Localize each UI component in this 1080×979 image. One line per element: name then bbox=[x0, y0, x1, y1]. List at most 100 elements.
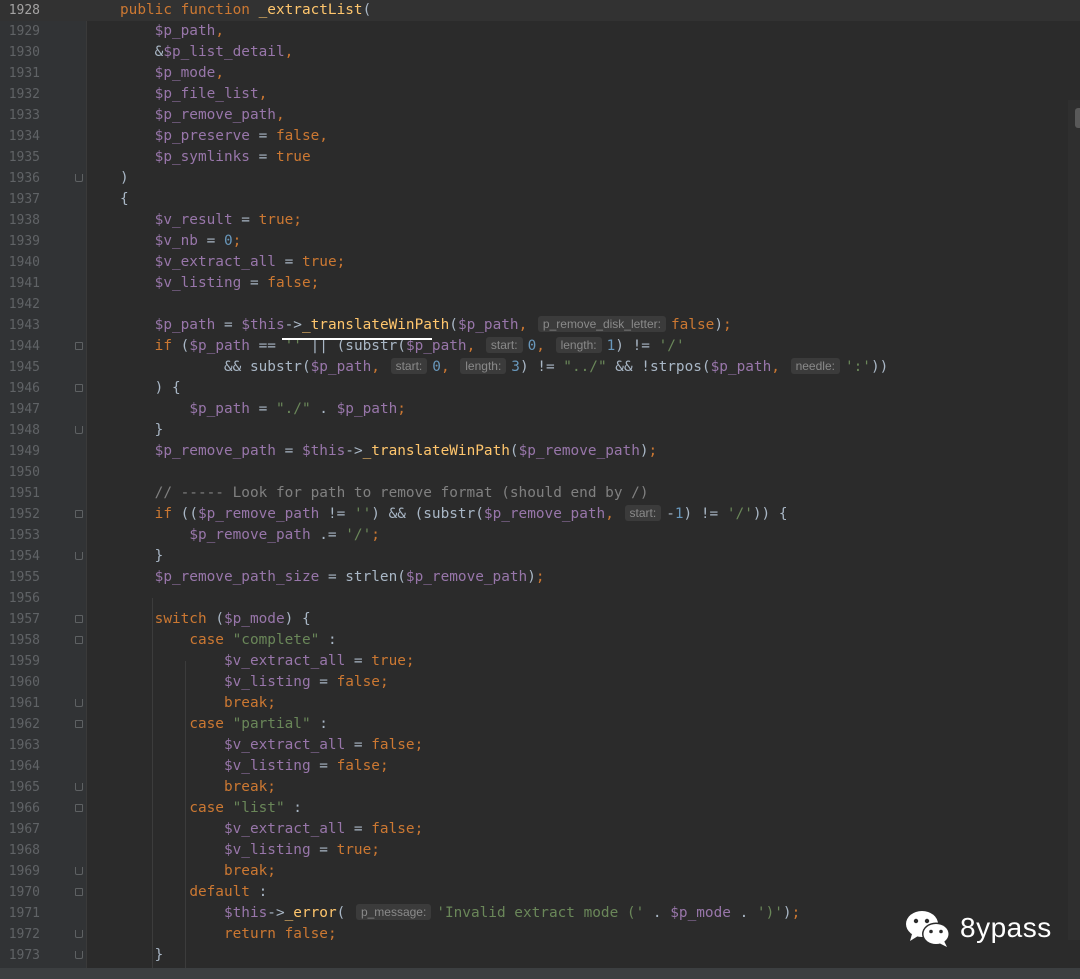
code-token: _error bbox=[284, 905, 337, 921]
code-line[interactable]: 1960 $v_listing = false; bbox=[0, 672, 1080, 693]
fold-marker-icon[interactable] bbox=[75, 699, 83, 707]
code-line[interactable]: 1939 $v_nb = 0; bbox=[0, 231, 1080, 252]
code-line[interactable]: 1967 $v_extract_all = false; bbox=[0, 819, 1080, 840]
fold-marker-icon[interactable] bbox=[75, 930, 83, 938]
code-line[interactable]: 1940 $v_extract_all = true; bbox=[0, 252, 1080, 273]
fold-marker-icon[interactable] bbox=[75, 783, 83, 791]
scrollbar-thumb[interactable] bbox=[1075, 108, 1080, 128]
fold-marker-icon[interactable] bbox=[75, 720, 83, 728]
fold-marker-icon[interactable] bbox=[75, 426, 83, 434]
code-line[interactable]: 1957 switch ($p_mode) { bbox=[0, 609, 1080, 630]
line-number: 1956 bbox=[8, 591, 40, 606]
code-line[interactable]: 1932 $p_file_list, bbox=[0, 84, 1080, 105]
code-line[interactable]: 1969 break; bbox=[0, 861, 1080, 882]
code-line[interactable]: 1966 case "list" : bbox=[0, 798, 1080, 819]
fold-marker-icon[interactable] bbox=[75, 174, 83, 182]
code-token: ( bbox=[449, 317, 458, 333]
code-line[interactable]: 1942 bbox=[0, 294, 1080, 315]
code-text: $v_nb = 0; bbox=[120, 231, 242, 252]
code-line[interactable]: 1930 &$p_list_detail, bbox=[0, 42, 1080, 63]
fold-marker-icon[interactable] bbox=[75, 342, 83, 350]
code-token: $v_extract_all bbox=[223, 653, 346, 669]
code-line[interactable]: 1954 } bbox=[0, 546, 1080, 567]
parameter-hint: needle: bbox=[790, 358, 840, 374]
code-line[interactable]: 1962 case "partial" : bbox=[0, 714, 1080, 735]
line-number: 1951 bbox=[8, 486, 40, 501]
code-token: false bbox=[275, 128, 320, 144]
code-line[interactable]: 1963 $v_extract_all = false; bbox=[0, 735, 1080, 756]
code-line[interactable]: 1936) bbox=[0, 168, 1080, 189]
code-line[interactable]: 1935 $p_symlinks = true bbox=[0, 147, 1080, 168]
code-line[interactable]: 1947 $p_path = "./" . $p_path; bbox=[0, 399, 1080, 420]
code-token: $v_nb bbox=[154, 233, 198, 249]
code-line[interactable]: 1928 public function _extractList( bbox=[0, 0, 1080, 21]
code-line[interactable]: 1968 $v_listing = true; bbox=[0, 840, 1080, 861]
code-token: $v_extract_all bbox=[154, 254, 276, 270]
code-token: true bbox=[275, 149, 311, 165]
code-token: ) != bbox=[519, 359, 564, 375]
code-line[interactable]: 1929 $p_path, bbox=[0, 21, 1080, 42]
fold-marker-icon[interactable] bbox=[75, 636, 83, 644]
code-line[interactable]: 1956 bbox=[0, 588, 1080, 609]
fold-marker-icon[interactable] bbox=[75, 552, 83, 560]
code-line[interactable]: 1951 // ----- Look for path to remove fo… bbox=[0, 483, 1080, 504]
code-token: ) bbox=[527, 569, 536, 585]
code-line[interactable]: 1964 $v_listing = false; bbox=[0, 756, 1080, 777]
code-line[interactable]: 1958 case "complete" : bbox=[0, 630, 1080, 651]
code-line[interactable]: 1953 $p_remove_path .= '/'; bbox=[0, 525, 1080, 546]
vertical-scrollbar-track[interactable] bbox=[1068, 100, 1080, 940]
line-number: 1964 bbox=[8, 759, 40, 774]
code-line[interactable]: 1934 $p_preserve = false, bbox=[0, 126, 1080, 147]
code-line[interactable]: 1955 $p_remove_path_size = strlen($p_rem… bbox=[0, 567, 1080, 588]
code-line[interactable]: 1965 break; bbox=[0, 777, 1080, 798]
code-token: ; bbox=[310, 275, 320, 291]
code-token: $p_path bbox=[310, 359, 372, 375]
fold-marker-icon[interactable] bbox=[75, 804, 83, 812]
code-line[interactable]: 1961 break; bbox=[0, 693, 1080, 714]
code-line[interactable]: 1937 { bbox=[0, 189, 1080, 210]
code-token: ; bbox=[397, 401, 406, 417]
line-number: 1945 bbox=[8, 360, 40, 375]
code-text: $this->_error( p_message: 'Invalid extrac… bbox=[120, 903, 800, 924]
fold-marker-icon[interactable] bbox=[75, 867, 83, 875]
code-line[interactable]: 1952 if (($p_remove_path != '') && (subs… bbox=[0, 504, 1080, 525]
code-token: ) { bbox=[120, 380, 181, 396]
code-line[interactable]: 1943 $p_path = $this->_translateWinPath(… bbox=[0, 315, 1080, 336]
code-line[interactable]: 1948 } bbox=[0, 420, 1080, 441]
code-line[interactable]: 1944 if ($p_path == '' || (substr($p_pat… bbox=[0, 336, 1080, 357]
code-line[interactable]: 1970 default : bbox=[0, 882, 1080, 903]
code-line[interactable]: 1949 $p_remove_path = $this->_translateW… bbox=[0, 441, 1080, 462]
code-token: = bbox=[249, 128, 276, 144]
code-token: true bbox=[258, 212, 294, 228]
code-token: 0 bbox=[527, 338, 537, 354]
code-text: $v_extract_all = true; bbox=[120, 252, 346, 273]
code-token: ; bbox=[379, 674, 389, 690]
code-token: $v_result bbox=[154, 212, 233, 228]
fold-marker-icon[interactable] bbox=[75, 888, 83, 896]
code-token: // ----- Look for path to remove format … bbox=[120, 485, 649, 501]
code-token: $p_mode bbox=[154, 65, 216, 81]
parameter-hint: start: bbox=[624, 505, 662, 521]
horizontal-scrollbar[interactable] bbox=[0, 968, 1080, 979]
code-text: $p_remove_path_size = strlen($p_remove_p… bbox=[120, 567, 545, 588]
fold-marker-icon[interactable] bbox=[75, 384, 83, 392]
code-line[interactable]: 1931 $p_mode, bbox=[0, 63, 1080, 84]
fold-marker-icon[interactable] bbox=[75, 951, 83, 959]
code-token: .= bbox=[310, 527, 346, 543]
code-line[interactable]: 1933 $p_remove_path, bbox=[0, 105, 1080, 126]
code-line[interactable]: 1941 $v_listing = false; bbox=[0, 273, 1080, 294]
code-line[interactable]: 1945 && substr($p_path, start: 0, length:… bbox=[0, 357, 1080, 378]
fold-marker-icon[interactable] bbox=[75, 615, 83, 623]
code-line[interactable]: 1938 $v_result = true; bbox=[0, 210, 1080, 231]
code-editor[interactable]: 1928 public function _extractList(1929 $p… bbox=[0, 0, 1080, 979]
code-token: , bbox=[215, 23, 224, 39]
code-token: 0 bbox=[223, 233, 233, 249]
code-line[interactable]: 1959 $v_extract_all = true; bbox=[0, 651, 1080, 672]
code-token: if bbox=[154, 338, 181, 354]
code-line[interactable]: 1950 bbox=[0, 462, 1080, 483]
fold-marker-icon[interactable] bbox=[75, 510, 83, 518]
code-line[interactable]: 1946 ) { bbox=[0, 378, 1080, 399]
